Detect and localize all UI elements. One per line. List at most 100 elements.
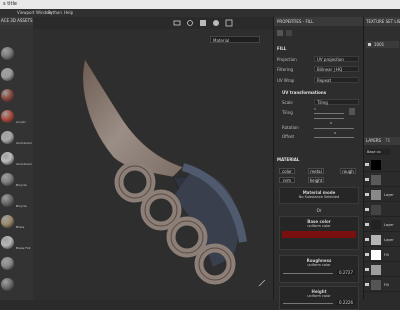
height-channel-button[interactable]: height [308,177,324,183]
layer-name: Layer [384,238,394,242]
material-label-9: Brass Foil [16,246,31,250]
layer-visibility-eye-icon[interactable] [365,178,369,181]
layer-row[interactable] [364,204,400,217]
material-preview-8[interactable] [1,215,14,228]
layer-visibility-eye-icon[interactable] [365,208,369,211]
material-label-4: Aluminium [16,141,33,145]
layer-row[interactable] [364,174,400,187]
lock-icon[interactable] [349,108,355,115]
base-color-box[interactable]: Base color uniform color [279,216,359,250]
layer-row[interactable] [364,159,400,172]
layer-thumbnail [371,220,381,230]
material-preview-3[interactable] [1,110,14,123]
layer-row[interactable]: Fill [364,249,400,262]
material-preview-5[interactable] [1,152,14,165]
layer-name: Layer [384,223,394,227]
tiling-slider[interactable] [314,113,344,114]
properties-panel: PROPERTIES - FILL FILL Projection UV pro… [273,17,364,310]
texture-set-list-panel: TEXTURE SET LIST 1001 [363,17,400,137]
layer-visibility-eye-icon[interactable] [365,253,369,256]
nrm-channel-button[interactable]: nrm [279,177,295,183]
offset-slider[interactable] [314,137,354,138]
layer-visibility-eye-icon[interactable] [365,163,369,166]
material-label-8: Brass [16,225,25,229]
projection-select[interactable]: UV projection [314,56,359,62]
fill-tab-icon[interactable] [277,30,283,36]
material-preview-7[interactable] [1,194,14,207]
layer-name: Fill [384,283,389,287]
material-preview-0[interactable] [1,47,14,60]
base-color-sub: uniform color [307,224,331,228]
layers-tab[interactable]: LAYERS [366,138,381,143]
menu-item-python[interactable]: Python [48,10,62,15]
tiling-label: Tiling [282,110,293,115]
layer-thumbnail [371,160,381,170]
material-preview-9[interactable] [1,236,14,249]
base-color-swatch[interactable] [282,231,356,238]
layer-row[interactable]: Layer [364,219,400,232]
roughness-slider[interactable] [283,273,333,274]
layer-visibility-eye-icon[interactable] [365,193,369,196]
layer-visibility-eye-icon[interactable] [365,238,369,241]
layer-row[interactable]: Layer [364,189,400,202]
roughness-box[interactable]: Roughness uniform color 0.2727 [279,255,359,283]
layer-row[interactable] [364,264,400,277]
uvwrap-select[interactable]: Repeat [314,77,359,83]
filtering-label: Filtering [277,67,294,72]
material-preview-4[interactable] [1,131,14,144]
layer-row[interactable]: Fill [364,279,400,292]
filtering-select[interactable]: Bilinear | HQ [314,66,359,72]
layer-name: Layer [384,193,394,197]
menu-item-viewport[interactable]: Viewport [17,10,35,15]
scale-select[interactable]: Tiling [314,99,359,105]
height-value[interactable]: 0.2226 [337,300,355,305]
material-preview-6[interactable] [1,173,14,186]
layer-visibility-eye-icon[interactable] [365,283,369,286]
mask-tab-icon[interactable] [286,30,292,36]
rough-channel-button[interactable]: rough [340,168,356,174]
tiling-value: 1 [314,107,316,111]
properties-title: PROPERTIES - FILL [274,17,364,26]
material-mode-value: No Substance Selected [298,195,340,199]
layers-title: LAYERS TE [364,137,400,145]
texture-set-eye-icon[interactable] [368,43,371,46]
asset-shelf: ACE 3D ASSETS Acrylic Aluminium Aluminium B… [0,17,34,300]
material-mode-box[interactable]: Material mode No Substance Selected [279,187,359,204]
fill-section-title: FILL [277,46,287,51]
textures-tab[interactable]: TE [385,138,390,143]
blend-mode-select[interactable]: Base co [366,149,390,155]
uv-transformations-title[interactable]: UV transformations [282,90,326,95]
material-preview-1[interactable] [1,68,14,81]
layer-visibility-eye-icon[interactable] [365,268,369,271]
axis-gizmo-icon[interactable] [258,279,266,287]
material-label-7: Bicycle [16,204,27,208]
layer-visibility-eye-icon[interactable] [365,223,369,226]
material-preview-2[interactable] [1,89,14,102]
height-box[interactable]: Height uniform color 0.2226 [279,286,359,310]
material-preview-10[interactable] [1,257,14,270]
roughness-value[interactable]: 0.2727 [337,270,355,275]
layer-name: Fill [384,253,389,257]
material-section-title: MATERIAL [277,157,300,162]
offset-value: 0 [334,131,336,135]
viewport[interactable]: Material [33,17,273,300]
rotation-value: 0 [330,121,332,125]
material-label-6: Bicycle [16,183,27,187]
material-preview-11[interactable] [1,278,14,291]
offset-label: Offset [282,134,295,139]
layer-thumbnail [371,190,381,200]
menu-item-help[interactable]: Help [64,10,73,15]
layer-thumbnail [371,205,381,215]
projection-label: Projection [277,57,297,62]
layer-row[interactable]: Layer [364,234,400,247]
or-label: Or [316,208,322,213]
layer-thumbnail [371,265,381,275]
tiling-slider-2[interactable] [314,118,344,119]
color-channel-button[interactable]: color [279,168,295,174]
layer-thumbnail [371,250,381,260]
metal-channel-button[interactable]: metal [308,168,324,174]
texture-set-list-title: TEXTURE SET LIST [364,17,400,26]
rotation-slider[interactable] [314,128,354,129]
shelf-title: ACE 3D ASSETS [0,17,34,25]
height-slider[interactable] [283,303,333,304]
